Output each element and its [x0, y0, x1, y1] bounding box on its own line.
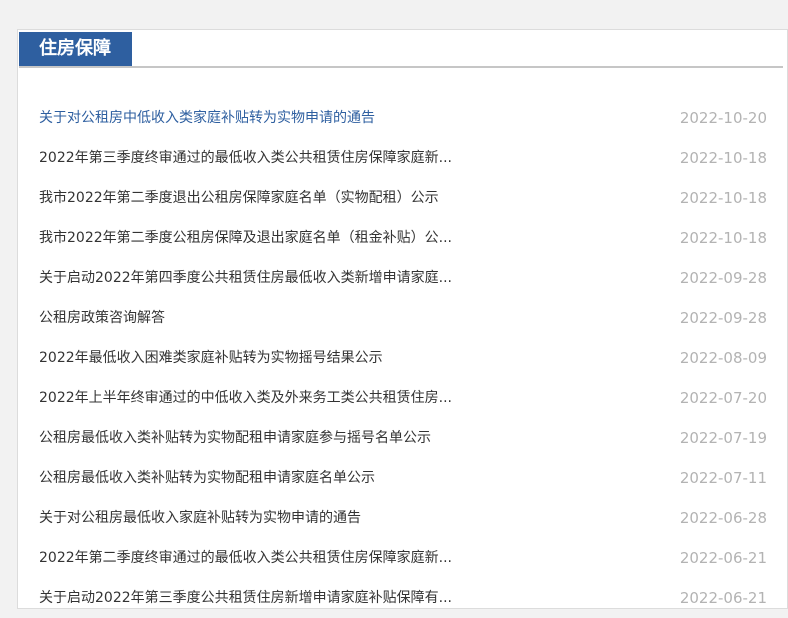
- news-date: 2022-07-11: [679, 469, 767, 487]
- list-item: 关于对公租房中低收入类家庭补贴转为实物申请的通告 2022-10-20: [39, 98, 767, 138]
- list-item: 公租房政策咨询解答 2022-09-28: [39, 298, 767, 338]
- list-item: 关于启动2022年第四季度公共租赁住房最低收入类新增申请家庭... 2022-0…: [39, 258, 767, 298]
- list-item: 关于启动2022年第三季度公共租赁住房新增申请家庭补贴保障有... 2022-0…: [39, 578, 767, 618]
- news-date: 2022-08-09: [679, 349, 767, 367]
- list-item: 2022年第三季度终审通过的最低收入类公共租赁住房保障家庭新... 2022-1…: [39, 138, 767, 178]
- list-item: 2022年最低收入困难类家庭补贴转为实物摇号结果公示 2022-08-09: [39, 338, 767, 378]
- news-title-link[interactable]: 2022年上半年终审通过的中低收入类及外来务工类公共租赁住房...: [39, 388, 499, 408]
- list-item: 我市2022年第二季度公租房保障及退出家庭名单（租金补贴）公... 2022-1…: [39, 218, 767, 258]
- news-date: 2022-07-19: [679, 429, 767, 447]
- news-title-link[interactable]: 关于启动2022年第四季度公共租赁住房最低收入类新增申请家庭...: [39, 268, 499, 288]
- news-title-link[interactable]: 我市2022年第二季度退出公租房保障家庭名单（实物配租）公示: [39, 188, 499, 208]
- news-title-link[interactable]: 公租房最低收入类补贴转为实物配租申请家庭名单公示: [39, 468, 499, 488]
- list-item: 关于对公租房最低收入家庭补贴转为实物申请的通告 2022-06-28: [39, 498, 767, 538]
- news-title-link[interactable]: 2022年第二季度终审通过的最低收入类公共租赁住房保障家庭新...: [39, 548, 499, 568]
- news-date: 2022-09-28: [679, 309, 767, 327]
- news-list: 关于对公租房中低收入类家庭补贴转为实物申请的通告 2022-10-20 2022…: [39, 98, 767, 618]
- news-date: 2022-09-28: [679, 269, 767, 287]
- news-title-link[interactable]: 2022年最低收入困难类家庭补贴转为实物摇号结果公示: [39, 348, 499, 368]
- tab-housing-security[interactable]: 住房保障: [19, 32, 132, 66]
- news-panel: 住房保障 关于对公租房中低收入类家庭补贴转为实物申请的通告 2022-10-20…: [17, 29, 788, 609]
- news-date: 2022-07-20: [679, 389, 767, 407]
- news-title-link[interactable]: 关于对公租房中低收入类家庭补贴转为实物申请的通告: [39, 108, 499, 128]
- news-date: 2022-10-18: [679, 189, 767, 207]
- news-title-link[interactable]: 关于对公租房最低收入家庭补贴转为实物申请的通告: [39, 508, 499, 528]
- list-item: 我市2022年第二季度退出公租房保障家庭名单（实物配租）公示 2022-10-1…: [39, 178, 767, 218]
- list-item: 2022年上半年终审通过的中低收入类及外来务工类公共租赁住房... 2022-0…: [39, 378, 767, 418]
- news-title-link[interactable]: 公租房政策咨询解答: [39, 308, 499, 328]
- news-date: 2022-06-21: [679, 589, 767, 607]
- news-title-link[interactable]: 2022年第三季度终审通过的最低收入类公共租赁住房保障家庭新...: [39, 148, 499, 168]
- tab-bar: 住房保障: [19, 32, 783, 68]
- news-date: 2022-10-20: [679, 109, 767, 127]
- news-date: 2022-06-21: [679, 549, 767, 567]
- news-title-link[interactable]: 公租房最低收入类补贴转为实物配租申请家庭参与摇号名单公示: [39, 428, 499, 448]
- news-title-link[interactable]: 关于启动2022年第三季度公共租赁住房新增申请家庭补贴保障有...: [39, 588, 499, 608]
- list-item: 2022年第二季度终审通过的最低收入类公共租赁住房保障家庭新... 2022-0…: [39, 538, 767, 578]
- news-date: 2022-10-18: [679, 229, 767, 247]
- news-title-link[interactable]: 我市2022年第二季度公租房保障及退出家庭名单（租金补贴）公...: [39, 228, 499, 248]
- list-item: 公租房最低收入类补贴转为实物配租申请家庭名单公示 2022-07-11: [39, 458, 767, 498]
- news-date: 2022-10-18: [679, 149, 767, 167]
- list-item: 公租房最低收入类补贴转为实物配租申请家庭参与摇号名单公示 2022-07-19: [39, 418, 767, 458]
- news-date: 2022-06-28: [679, 509, 767, 527]
